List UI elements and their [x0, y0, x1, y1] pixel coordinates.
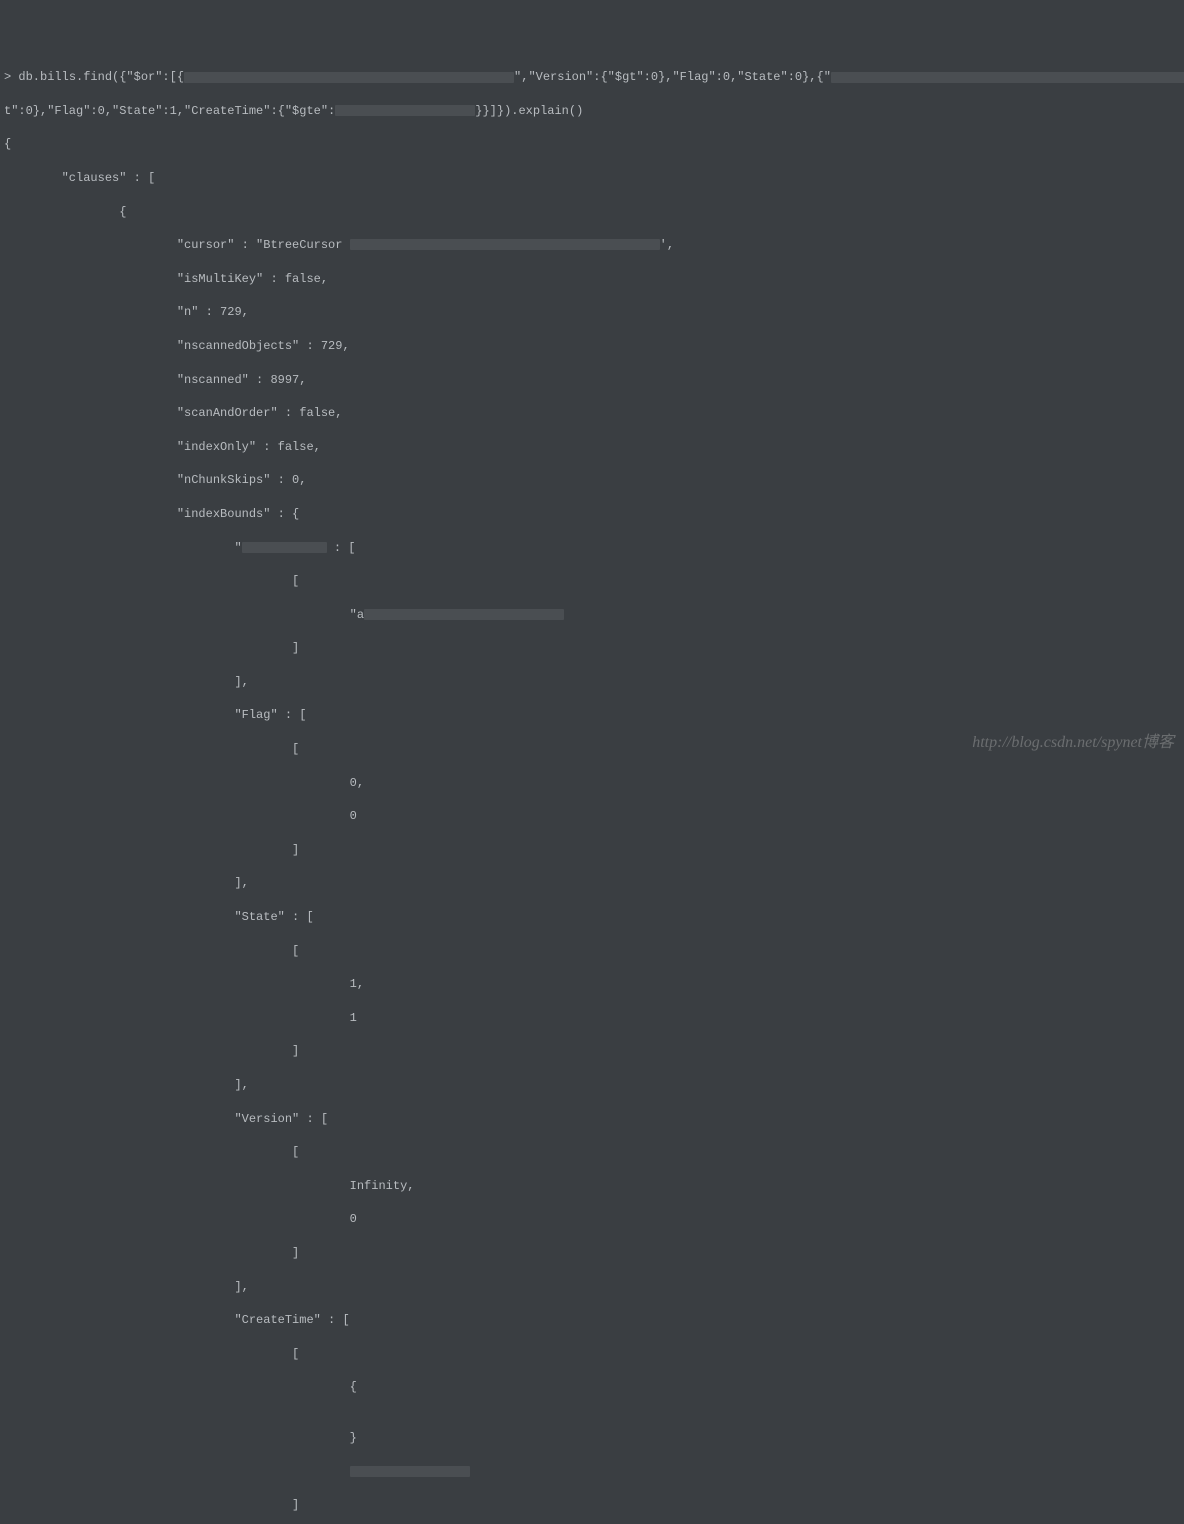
output-line: ], — [4, 875, 1180, 892]
output-line: { — [4, 204, 1180, 221]
output-line: ] — [4, 1497, 1180, 1514]
output-line: "isMultiKey" : false, — [4, 271, 1180, 288]
output-line: 0 — [4, 808, 1180, 825]
output-line: Infinity, — [4, 1178, 1180, 1195]
output-line: [ — [4, 1346, 1180, 1363]
redacted-text — [335, 105, 475, 116]
output-line: "Version" : [ — [4, 1111, 1180, 1128]
output-line: "n" : 729, — [4, 304, 1180, 321]
command-line-2: t":0},"Flag":0,"State":1,"CreateTime":{"… — [4, 103, 1180, 120]
output-line: } — [4, 1430, 1180, 1447]
command-line-1: > db.bills.find({"$or":[{","Version":{"$… — [4, 69, 1180, 86]
output-line: ] — [4, 1245, 1180, 1262]
redacted-text — [350, 1466, 470, 1477]
output-line: "Flag" : [ — [4, 707, 1180, 724]
redacted-text — [831, 72, 1184, 83]
watermark-text: http://blog.csdn.net/spynet博客 — [972, 732, 1174, 754]
output-line: 0, — [4, 775, 1180, 792]
output-line: ] — [4, 640, 1180, 657]
output-line: "State" : [ — [4, 909, 1180, 926]
output-line — [4, 1463, 1180, 1480]
output-line: [ — [4, 573, 1180, 590]
output-line: 1, — [4, 976, 1180, 993]
output-line: ] — [4, 842, 1180, 859]
redacted-text — [242, 542, 327, 553]
output-line: [ — [4, 1144, 1180, 1161]
output-line: "indexBounds" : { — [4, 506, 1180, 523]
output-line: ] — [4, 1043, 1180, 1060]
output-line: "CreateTime" : [ — [4, 1312, 1180, 1329]
redacted-text — [350, 239, 660, 250]
output-line: 1 — [4, 1010, 1180, 1027]
output-line: { — [4, 136, 1180, 153]
redacted-text — [364, 609, 564, 620]
output-line: "nscanned" : 8997, — [4, 372, 1180, 389]
output-line: ], — [4, 1279, 1180, 1296]
redacted-text — [184, 72, 514, 83]
output-line: "a — [4, 607, 1180, 624]
output-line: "cursor" : "BtreeCursor ', — [4, 237, 1180, 254]
output-line: "nscannedObjects" : 729, — [4, 338, 1180, 355]
output-line: "indexOnly" : false, — [4, 439, 1180, 456]
output-line: "clauses" : [ — [4, 170, 1180, 187]
output-line: " : [ — [4, 540, 1180, 557]
output-line: 0 — [4, 1211, 1180, 1228]
output-line: "nChunkSkips" : 0, — [4, 472, 1180, 489]
output-line: { — [4, 1379, 1180, 1396]
output-line: [ — [4, 943, 1180, 960]
output-line: ], — [4, 1077, 1180, 1094]
output-line: ], — [4, 674, 1180, 691]
output-line: "scanAndOrder" : false, — [4, 405, 1180, 422]
